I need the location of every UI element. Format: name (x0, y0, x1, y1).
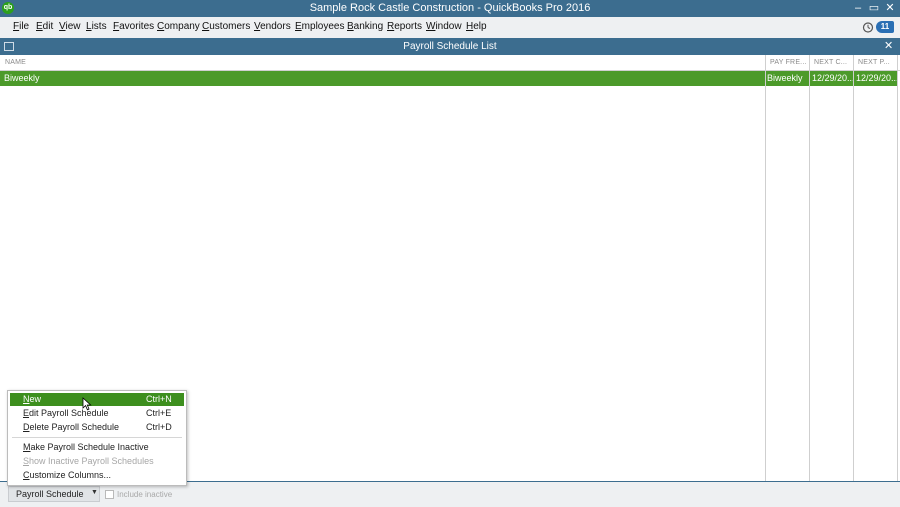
mouse-cursor-icon (82, 397, 92, 411)
menu-customers[interactable]: Customers (202, 21, 250, 32)
menu-file[interactable]: File (13, 21, 29, 32)
payroll-schedule-button[interactable]: Payroll Schedule ▼ (8, 486, 100, 502)
column-divider[interactable] (853, 55, 854, 481)
cell-next-check: 12/29/20... (812, 73, 855, 83)
alarm-clock-icon[interactable] (862, 21, 874, 33)
cell-name: Biweekly (4, 73, 40, 83)
list-window-title: Payroll Schedule List (403, 41, 497, 52)
menu-item-label: Make Payroll Schedule Inactive (23, 442, 149, 452)
cell-pay-frequency: Biweekly (767, 73, 803, 83)
maximize-icon[interactable]: ▭ (867, 1, 881, 15)
menu-banking[interactable]: Banking (347, 21, 383, 32)
menu-item-delete-payroll-schedule[interactable]: Delete Payroll Schedule Ctrl+D (10, 421, 184, 434)
column-header-pay-frequency[interactable]: PAY FRE... (770, 59, 807, 66)
column-divider[interactable] (809, 55, 810, 481)
menu-item-label: Show Inactive Payroll Schedules (23, 456, 154, 466)
include-inactive-toggle[interactable]: Include inactive (105, 490, 173, 500)
menu-help[interactable]: Help (466, 21, 487, 32)
menu-company[interactable]: Company (157, 21, 200, 32)
payroll-schedule-menu: New Ctrl+N Edit Payroll Schedule Ctrl+E … (7, 390, 187, 486)
menu-bar: File Edit View Lists Favorites Company C… (0, 17, 900, 39)
menu-item-shortcut: Ctrl+E (146, 408, 172, 418)
include-inactive-label: Include inactive (117, 490, 173, 499)
table-row[interactable]: Biweekly Biweekly 12/29/20... 12/29/20..… (0, 71, 899, 86)
minimize-icon[interactable]: – (851, 1, 865, 15)
menu-item-label: Edit Payroll Schedule (23, 408, 109, 418)
column-header-next-pay[interactable]: NEXT P... (858, 59, 890, 66)
menu-item-label: Delete Payroll Schedule (23, 422, 120, 432)
payroll-schedule-button-label: Payroll Schedule (16, 489, 84, 499)
column-header-name[interactable]: NAME (5, 59, 26, 66)
menu-vendors[interactable]: Vendors (254, 21, 291, 32)
menu-item-customize-columns[interactable]: Customize Columns... (10, 469, 184, 482)
menu-item-label: Customize Columns... (23, 470, 112, 480)
app-title: Sample Rock Castle Construction - QuickB… (309, 2, 591, 14)
menu-item-make-inactive[interactable]: Make Payroll Schedule Inactive (10, 441, 184, 454)
menu-item-new[interactable]: New Ctrl+N (10, 393, 184, 406)
column-divider (897, 55, 898, 481)
menu-item-shortcut: Ctrl+D (146, 422, 172, 432)
close-list-icon[interactable]: ✕ (884, 39, 893, 52)
app-title-bar: qb Sample Rock Castle Construction - Qui… (0, 0, 900, 17)
menu-item-label: New (23, 394, 42, 404)
include-inactive-checkbox[interactable] (105, 490, 114, 500)
menu-separator (12, 437, 182, 438)
menu-item-show-inactive: Show Inactive Payroll Schedules (10, 455, 184, 468)
menu-reports[interactable]: Reports (387, 21, 422, 32)
menu-view[interactable]: View (59, 21, 81, 32)
close-app-icon[interactable]: ✕ (883, 1, 897, 15)
dropdown-arrow-icon[interactable]: ▼ (91, 489, 98, 496)
column-divider[interactable] (765, 55, 766, 481)
menu-window[interactable]: Window (426, 21, 462, 32)
menu-favorites[interactable]: Favorites (113, 21, 154, 32)
menu-item-shortcut: Ctrl+N (146, 394, 172, 404)
list-window-title-bar: Payroll Schedule List ✕ (0, 38, 900, 55)
menu-item-edit-payroll-schedule[interactable]: Edit Payroll Schedule Ctrl+E (10, 407, 184, 420)
menu-lists[interactable]: Lists (86, 21, 107, 32)
cell-next-pay: 12/29/20... (856, 73, 899, 83)
reminders-badge[interactable]: 11 (876, 21, 894, 33)
menu-employees[interactable]: Employees (295, 21, 344, 32)
column-header-next-check[interactable]: NEXT C... (814, 59, 847, 66)
menu-edit[interactable]: Edit (36, 21, 53, 32)
